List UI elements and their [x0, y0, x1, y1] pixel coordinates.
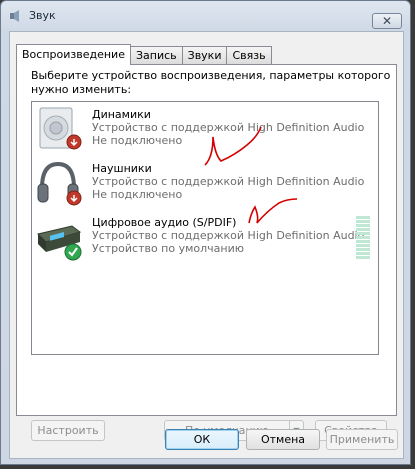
playback-panel: Выберите устройство воспроизведения, пар… [16, 64, 397, 441]
tab-sounds[interactable]: Звуки [181, 46, 228, 64]
cancel-button[interactable]: Отмена [246, 429, 320, 450]
spdif-device-icon [37, 225, 82, 261]
device-status: Не подключено [92, 188, 183, 201]
device-status: Не подключено [92, 134, 183, 147]
device-description: Устройство с поддержкой High Definition … [92, 229, 365, 242]
volume-level-meter [356, 216, 370, 260]
close-icon: ✕ [381, 14, 393, 28]
configure-button[interactable]: Настроить [31, 420, 105, 441]
device-status: Устройство по умолчанию [92, 242, 245, 255]
sound-dialog: Звук ✕ Воспроизведение Запись Звуки Связ… [0, 0, 411, 465]
close-button[interactable]: ✕ [372, 13, 402, 29]
dialog-client-area: Воспроизведение Запись Звуки Связь Выбер… [9, 31, 404, 459]
tab-strip: Воспроизведение Запись Звуки Связь [16, 44, 272, 65]
device-list[interactable]: Динамики Устройство с поддержкой High De… [31, 101, 379, 355]
device-name: Цифровое аудио (S/PDIF) [92, 216, 237, 229]
device-item-speakers[interactable]: Динамики Устройство с поддержкой High De… [32, 104, 378, 158]
device-name: Динамики [92, 108, 151, 121]
tab-playback[interactable]: Воспроизведение [16, 44, 131, 65]
device-item-headphones[interactable]: Наушники Устройство с поддержкой High De… [32, 158, 378, 212]
headphones-icon [37, 161, 82, 206]
title-bar[interactable]: Звук ✕ [1, 1, 410, 31]
speaker-icon [39, 107, 82, 150]
tab-communications[interactable]: Связь [226, 46, 272, 64]
device-item-spdif[interactable]: Цифровое аудио (S/PDIF) Устройство с под… [32, 212, 378, 266]
apply-button[interactable]: Применить [326, 429, 398, 450]
window-title: Звук [29, 9, 56, 22]
device-description: Устройство с поддержкой High Definition … [92, 175, 365, 188]
sound-speaker-icon [10, 10, 19, 22]
tab-recording[interactable]: Запись [129, 46, 183, 64]
device-description: Устройство с поддержкой High Definition … [92, 121, 365, 134]
device-name: Наушники [92, 162, 152, 175]
background-edge [411, 0, 415, 469]
panel-prompt: Выберите устройство воспроизведения, пар… [31, 69, 391, 96]
ok-button[interactable]: ОК [165, 429, 239, 450]
